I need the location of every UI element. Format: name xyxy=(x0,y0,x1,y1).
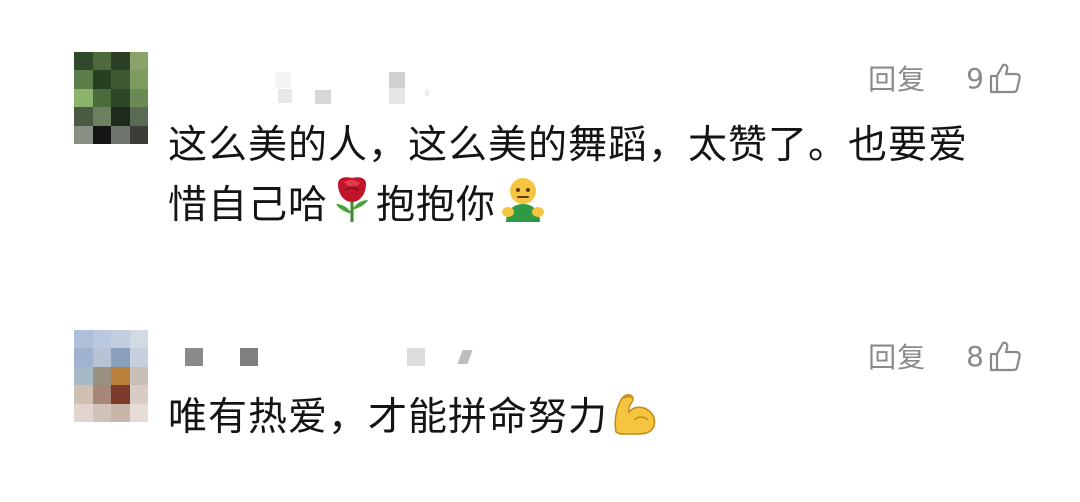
like-count: 8 xyxy=(966,339,984,373)
comment-text: 唯有热爱，才能拼命努力 xyxy=(168,388,1028,446)
comment-item: 回复 8 唯有热爱，才能拼命努力 xyxy=(0,0,1080,502)
comment-actions: 回复 8 xyxy=(868,336,1022,376)
thumbs-up-icon xyxy=(989,341,1021,372)
like-button[interactable]: 8 xyxy=(966,339,1022,373)
comment-text-segment: 唯有热爱，才能拼命努力 xyxy=(168,395,609,440)
reply-button[interactable]: 回复 xyxy=(868,336,926,376)
flexed-biceps-icon xyxy=(614,394,656,435)
username-mosaic[interactable] xyxy=(185,348,485,378)
avatar[interactable] xyxy=(74,330,148,422)
comment-text-line: 唯有热爱，才能拼命努力 xyxy=(168,388,1028,446)
